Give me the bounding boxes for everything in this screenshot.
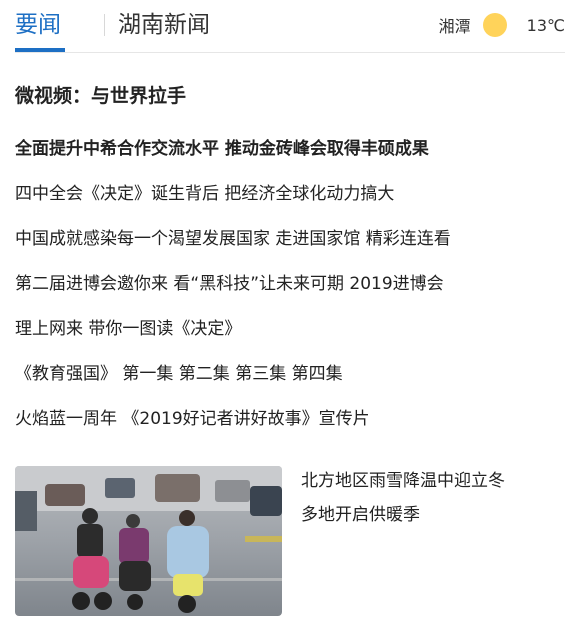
headline-link[interactable]: 全面提升中希合作交流水平 推动金砖峰会取得丰硕成果 <box>15 139 429 159</box>
news-link[interactable]: 第二届进博会邀你来 看“黑科技”让未来可期 2019进博会 <box>15 274 444 294</box>
section-title[interactable]: 微视频：与世界拉手 <box>15 83 186 109</box>
news-link[interactable]: 中国成就感染每一个渴望发展国家 走进国家馆 精彩连连看 <box>15 229 451 249</box>
list-item: 四中全会《决定》诞生背后 把经济全球化动力搞大 <box>15 172 565 217</box>
list-item: 理上网来 带你一图读《决定》 <box>15 307 565 352</box>
news-list: 全面提升中希合作交流水平 推动金砖峰会取得丰硕成果 四中全会《决定》诞生背后 把… <box>15 127 565 442</box>
feature-headline-line1: 北方地区雨雪降温中迎立冬 <box>301 471 505 491</box>
weather-city: 湘潭 <box>438 17 471 36</box>
active-tab-indicator <box>15 48 65 52</box>
tab-top-news[interactable]: 要闻 <box>15 10 61 40</box>
list-item: 《教育强国》 第一集 第二集 第三集 第四集 <box>15 352 565 397</box>
tab-hunan-news[interactable]: 湖南新闻 <box>118 10 210 40</box>
weather-temperature: 13℃ <box>526 15 565 35</box>
list-item: 全面提升中希合作交流水平 推动金砖峰会取得丰硕成果 <box>15 127 565 172</box>
news-link[interactable]: 火焰蓝一周年 《2019好记者讲好故事》宣传片 <box>15 409 370 429</box>
list-item: 第二届进博会邀你来 看“黑科技”让未来可期 2019进博会 <box>15 262 565 307</box>
news-link[interactable]: 理上网来 带你一图读《决定》 <box>15 319 241 339</box>
list-item: 中国成就感染每一个渴望发展国家 走进国家馆 精彩连连看 <box>15 217 565 262</box>
tab-divider <box>104 14 105 36</box>
feature-headline[interactable]: 北方地区雨雪降温中迎立冬 多地开启供暖季 <box>301 464 561 532</box>
list-item: 火焰蓝一周年 《2019好记者讲好故事》宣传片 <box>15 397 565 442</box>
news-link[interactable]: 《教育强国》 第一集 第二集 第三集 第四集 <box>15 364 343 384</box>
sun-icon <box>482 13 507 37</box>
feature-story: 北方地区雨雪降温中迎立冬 多地开启供暖季 <box>15 466 565 616</box>
news-link[interactable]: 四中全会《决定》诞生背后 把经济全球化动力搞大 <box>15 184 394 204</box>
news-tabs: 要闻 湖南新闻 湘潭 13℃ <box>15 0 565 53</box>
weather-widget: 湘潭 13℃ <box>439 10 565 40</box>
feature-photo[interactable] <box>15 466 282 616</box>
feature-headline-line2: 多地开启供暖季 <box>301 505 420 525</box>
